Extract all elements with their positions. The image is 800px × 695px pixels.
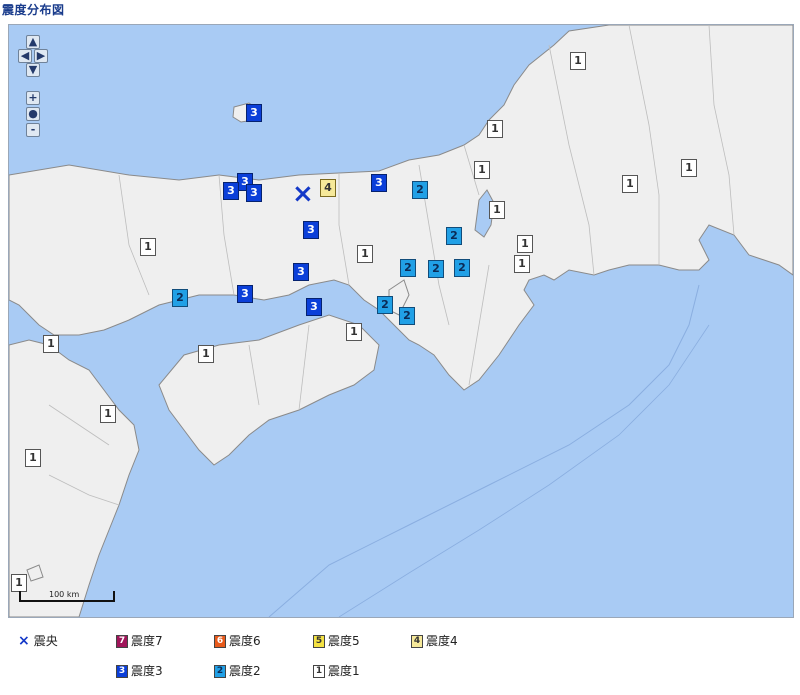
pan-up-button[interactable]: ▲ <box>26 35 40 49</box>
intensity-marker: 1 <box>489 201 505 219</box>
legend-item-5: 5 震度5 <box>313 633 360 649</box>
intensity-marker: 2 <box>399 307 415 325</box>
pan-down-button[interactable]: ▼ <box>26 63 40 77</box>
legend-item-1: 1 震度1 <box>313 663 360 679</box>
page-title: 震度分布図 <box>2 3 65 17</box>
epicenter-marker: × <box>292 179 314 209</box>
intensity-marker: 2 <box>454 259 470 277</box>
land-honshu <box>9 25 793 391</box>
scale-label: 100 km <box>49 590 80 599</box>
intensity-marker: 3 <box>306 298 322 316</box>
intensity-marker: 2 <box>172 289 188 307</box>
intensity-marker: 3 <box>237 285 253 303</box>
intensity-marker: 4 <box>320 179 336 197</box>
intensity-marker: 2 <box>377 296 393 314</box>
intensity-marker: 1 <box>100 405 116 423</box>
intensity-marker: 2 <box>412 181 428 199</box>
intensity-marker: 1 <box>681 159 697 177</box>
legend-item-2: 2 震度2 <box>214 663 261 679</box>
legend-label: 震度5 <box>328 634 360 648</box>
legend-item-3: 3 震度3 <box>116 663 163 679</box>
intensity-marker: 1 <box>517 235 533 253</box>
legend-label: 震度6 <box>229 634 261 648</box>
legend-epicenter: × 震央 <box>18 633 58 649</box>
intensity-marker: 1 <box>357 245 373 263</box>
intensity-7-swatch: 7 <box>116 635 128 648</box>
intensity-map[interactable]: ▲ ◀ ▶ ▼ + ● - × 1 1 1 1 1 1 1 1 1 1 1 1 … <box>8 24 794 618</box>
legend-item-6: 6 震度6 <box>214 633 261 649</box>
intensity-marker: 2 <box>446 227 462 245</box>
intensity-marker: 3 <box>303 221 319 239</box>
intensity-marker: 2 <box>400 259 416 277</box>
legend: × 震央 7 震度7 6 震度6 5 震度5 4 震度4 3 震度3 2 震度2 1 震度1 <box>8 620 792 694</box>
intensity-marker: 2 <box>428 260 444 278</box>
intensity-marker: 1 <box>570 52 586 70</box>
intensity-5-swatch: 5 <box>313 635 325 648</box>
intensity-marker: 1 <box>11 574 27 592</box>
legend-label: 震度1 <box>328 664 360 678</box>
intensity-marker: 1 <box>474 161 490 179</box>
epicenter-icon: × <box>18 633 30 649</box>
intensity-marker: 1 <box>622 175 638 193</box>
intensity-3-swatch: 3 <box>116 665 128 678</box>
intensity-marker: 1 <box>514 255 530 273</box>
pan-right-button[interactable]: ▶ <box>34 49 48 63</box>
intensity-marker: 1 <box>198 345 214 363</box>
legend-label: 震央 <box>33 634 58 648</box>
intensity-2-swatch: 2 <box>214 665 226 678</box>
intensity-marker: 1 <box>25 449 41 467</box>
intensity-4-swatch: 4 <box>411 635 423 648</box>
legend-label: 震度3 <box>131 664 163 678</box>
legend-item-7: 7 震度7 <box>116 633 163 649</box>
intensity-marker: 3 <box>246 184 262 202</box>
legend-label: 震度2 <box>229 664 261 678</box>
intensity-marker: 1 <box>43 335 59 353</box>
intensity-marker: 3 <box>293 263 309 281</box>
legend-item-4: 4 震度4 <box>411 633 458 649</box>
intensity-1-swatch: 1 <box>313 665 325 678</box>
zoom-in-button[interactable]: + <box>26 91 40 105</box>
intensity-marker: 3 <box>223 182 239 200</box>
intensity-marker: 1 <box>487 120 503 138</box>
intensity-marker: 1 <box>140 238 156 256</box>
trench-line-2 <box>338 324 710 617</box>
pan-left-button[interactable]: ◀ <box>18 49 32 63</box>
intensity-marker: 3 <box>371 174 387 192</box>
intensity-6-swatch: 6 <box>214 635 226 648</box>
zoom-out-button[interactable]: - <box>26 123 40 137</box>
reset-view-button[interactable]: ● <box>26 107 40 121</box>
legend-label: 震度4 <box>426 634 458 648</box>
intensity-marker: 1 <box>346 323 362 341</box>
legend-label: 震度7 <box>131 634 163 648</box>
intensity-marker: 3 <box>246 104 262 122</box>
